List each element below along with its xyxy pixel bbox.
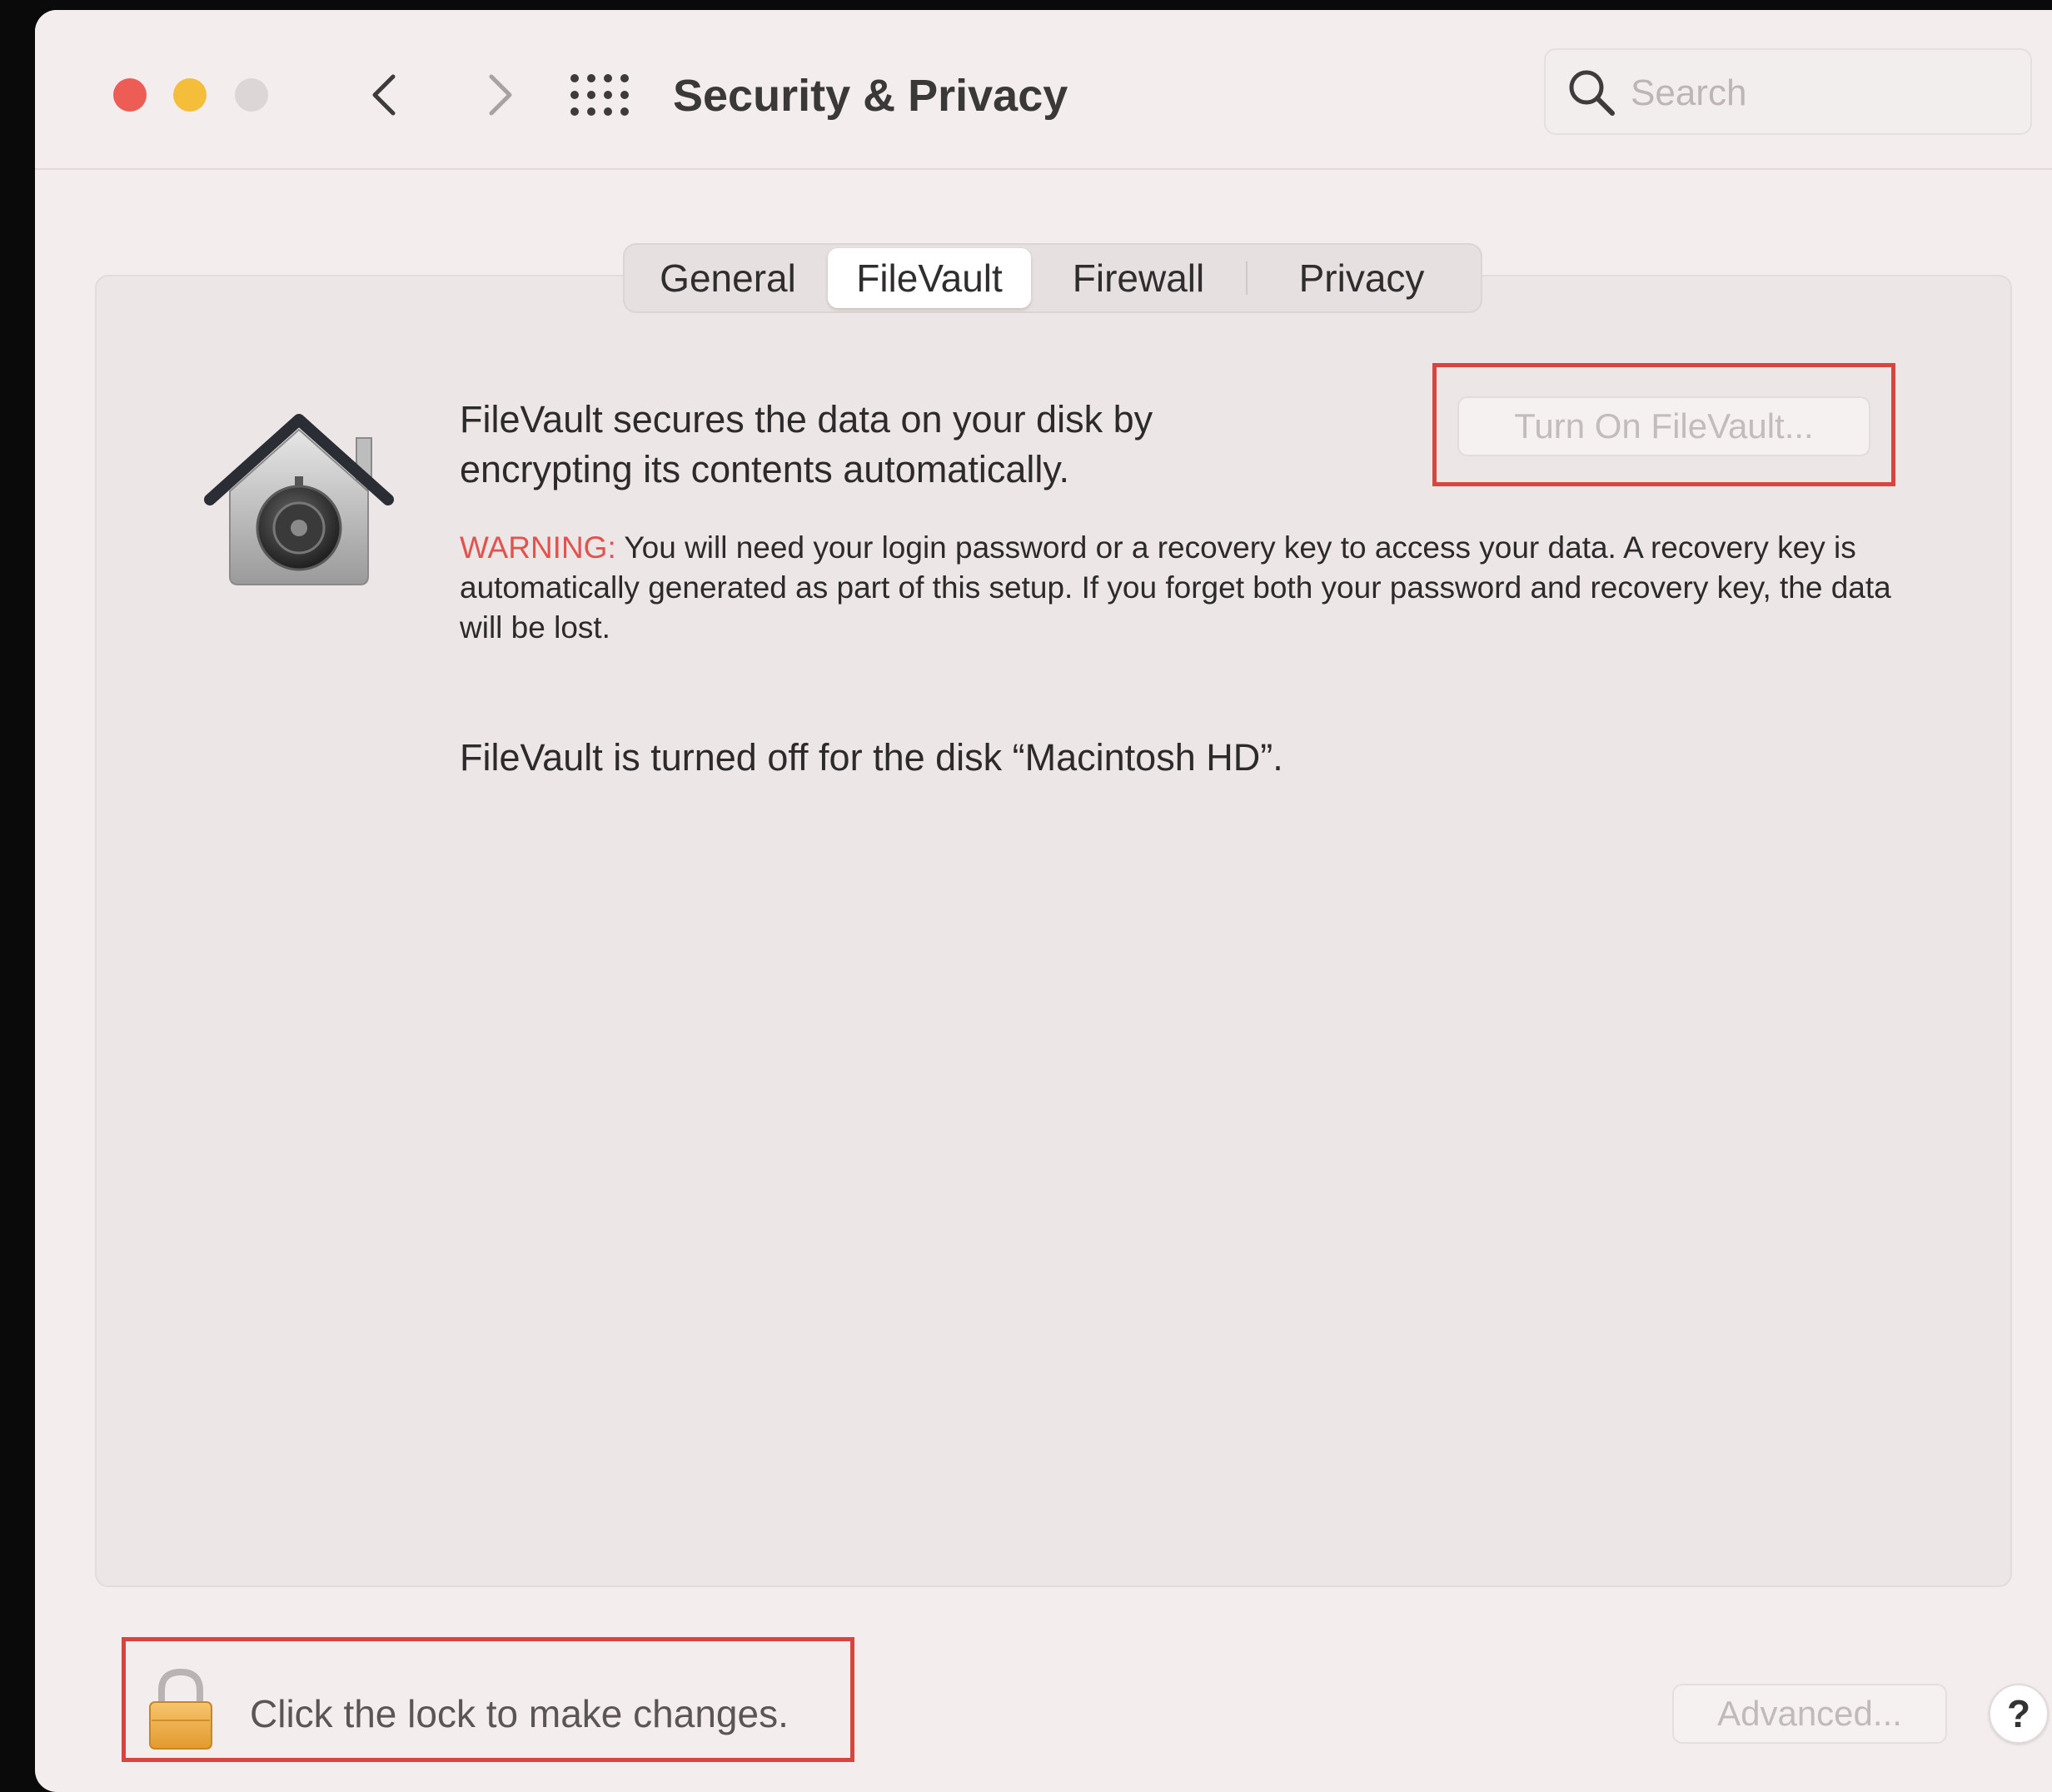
warning-label: WARNING: xyxy=(460,530,616,565)
filevault-house-safe-icon xyxy=(204,414,394,585)
window-title: Security & Privacy xyxy=(673,71,1068,121)
back-button[interactable] xyxy=(360,68,410,122)
advanced-button[interactable]: Advanced... xyxy=(1672,1684,1947,1744)
lock-icon[interactable] xyxy=(145,1665,217,1752)
turn-on-filevault-button[interactable]: Turn On FileVault... xyxy=(1457,396,1870,456)
tab-bar: General FileVault Firewall Privacy xyxy=(623,243,1482,313)
filevault-status: FileVault is turned off for the disk “Ma… xyxy=(460,736,1283,779)
search-input[interactable] xyxy=(1629,67,2015,120)
warning-message: WARNING: You will need your login passwo… xyxy=(460,528,1892,648)
tab-firewall[interactable]: Firewall xyxy=(1034,245,1243,311)
search-field[interactable] xyxy=(1544,48,2032,135)
security-privacy-window: Security & Privacy General FileVault Fir… xyxy=(35,10,2052,1792)
minimize-window-button[interactable] xyxy=(173,78,207,112)
chevron-right-icon xyxy=(489,74,512,116)
lock-instruction: Click the lock to make changes. xyxy=(250,1692,789,1735)
forward-button[interactable] xyxy=(475,68,525,122)
chevron-left-icon xyxy=(372,74,396,116)
warning-text: You will need your login password or a r… xyxy=(460,530,1891,645)
show-all-button[interactable] xyxy=(568,72,631,118)
help-button[interactable]: ? xyxy=(1989,1684,2049,1744)
search-icon xyxy=(1569,70,1615,116)
filevault-description: FileVault secures the data on your disk … xyxy=(460,398,1153,490)
tab-divider xyxy=(1246,261,1248,295)
grid-icon xyxy=(570,74,629,116)
tab-privacy[interactable]: Privacy xyxy=(1251,245,1472,311)
close-window-button[interactable] xyxy=(113,78,147,112)
tab-general[interactable]: General xyxy=(631,245,824,311)
tab-filevault[interactable]: FileVault xyxy=(828,248,1031,308)
title-bar: Security & Privacy xyxy=(35,10,2052,170)
zoom-window-button[interactable] xyxy=(235,78,268,112)
